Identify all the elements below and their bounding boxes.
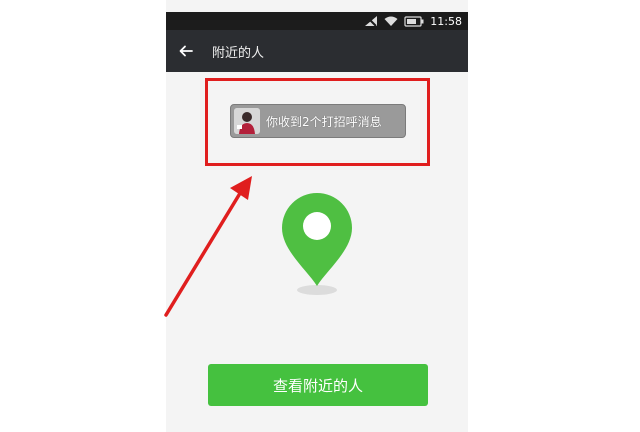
location-pin-icon — [277, 188, 357, 302]
nav-bar: 附近的人 — [166, 30, 468, 72]
back-arrow-icon — [179, 42, 193, 61]
status-bar: 11:58 — [166, 12, 468, 30]
greeting-notification[interactable]: 你收到2个打招呼消息 — [230, 104, 406, 138]
back-button[interactable] — [166, 30, 206, 72]
status-time: 11:58 — [430, 14, 462, 28]
page-title: 附近的人 — [212, 45, 265, 61]
avatar — [234, 108, 260, 134]
view-nearby-button[interactable]: 查看附近的人 — [208, 364, 428, 406]
wifi-icon — [384, 16, 398, 27]
no-signal-icon — [364, 15, 378, 27]
red-arrow-annotation — [164, 176, 252, 317]
notification-text: 你收到2个打招呼消息 — [266, 114, 382, 129]
battery-icon — [404, 15, 424, 27]
